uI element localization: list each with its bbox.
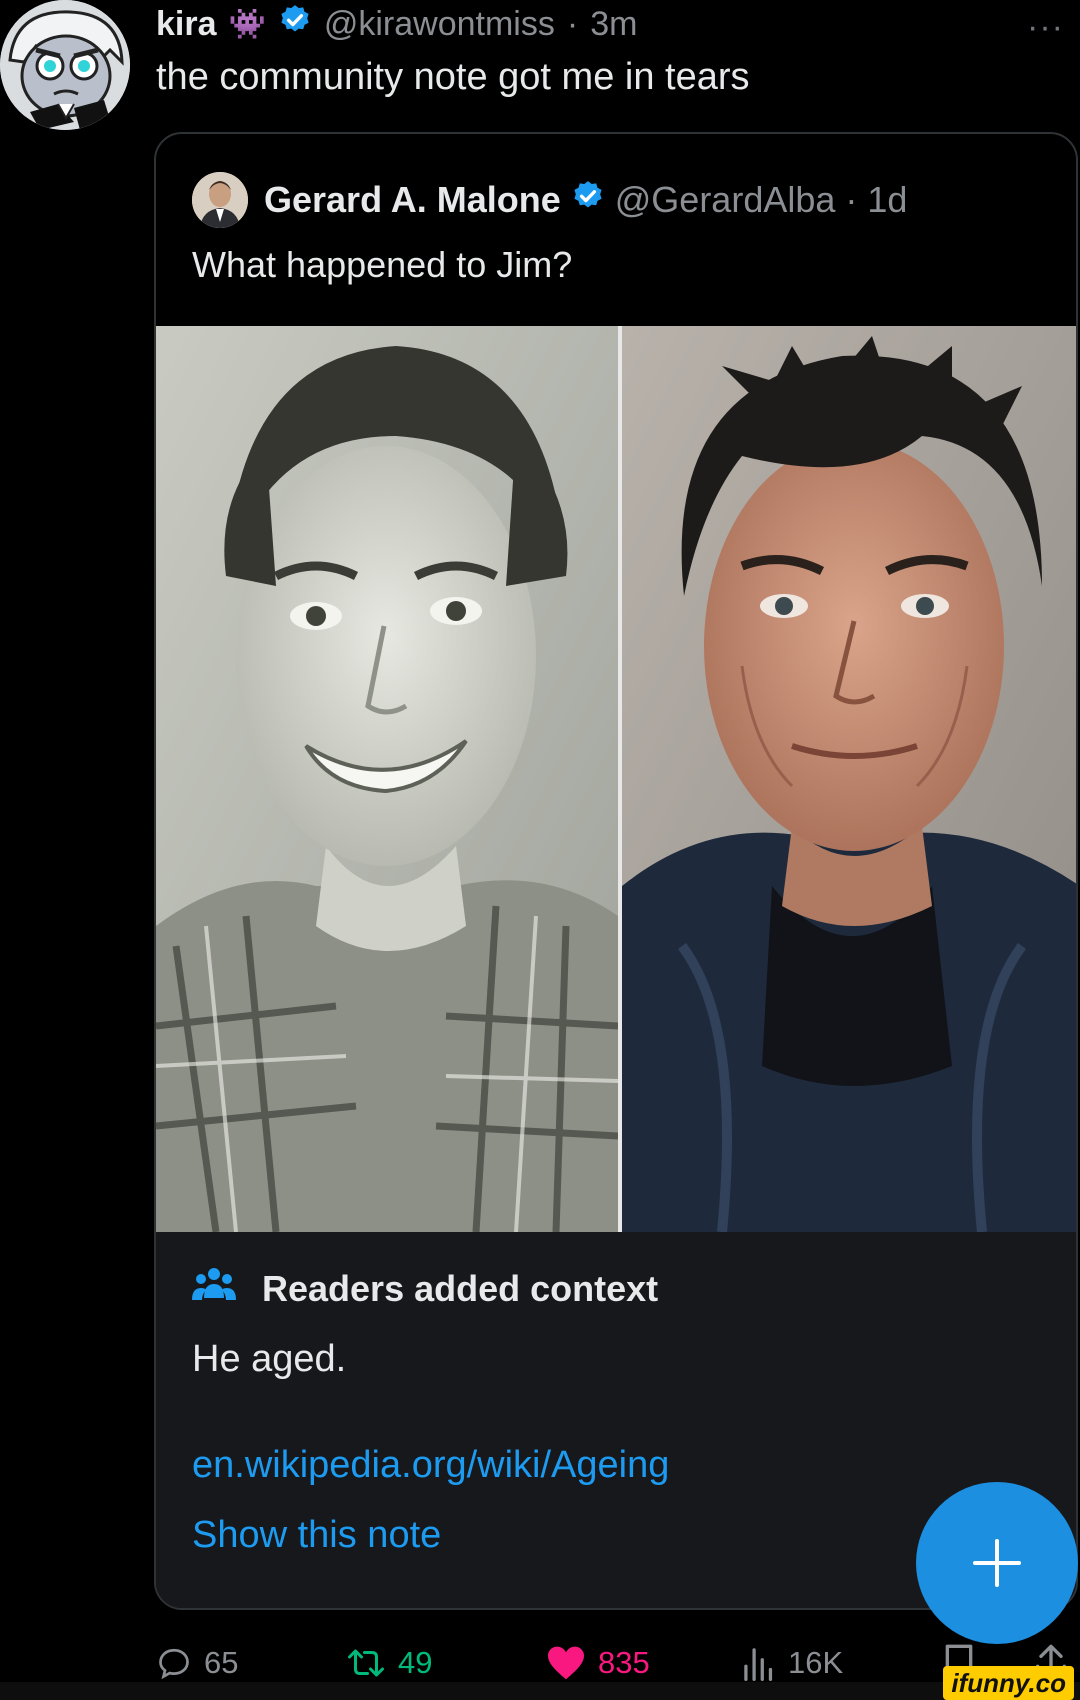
more-options-icon[interactable]: ··· [1027, 8, 1064, 47]
avatar-image [0, 0, 130, 130]
compose-button[interactable] [916, 1482, 1078, 1644]
reply-button[interactable]: 65 [156, 1638, 238, 1688]
reply-icon [159, 1648, 189, 1680]
quoted-author-name[interactable]: Gerard A. Malone [264, 179, 561, 221]
older-portrait-image [622, 326, 1076, 1232]
quoted-tweet-text: What happened to Jim? [192, 244, 573, 285]
views-chart-icon [744, 1648, 773, 1681]
quoted-post-time: 1d [867, 179, 908, 220]
alien-emoji: 👾 [228, 7, 266, 41]
quoted-author-handle[interactable]: @GerardAlba [615, 179, 836, 221]
repost-count: 49 [398, 1645, 433, 1680]
photo-young-portrait[interactable] [156, 326, 618, 1232]
like-count: 835 [598, 1645, 650, 1680]
bottom-strip [0, 1682, 1080, 1700]
author-handle[interactable]: @kirawontmiss [324, 5, 555, 44]
like-button[interactable]: 835 [546, 1638, 650, 1688]
photo-older-portrait[interactable] [622, 326, 1076, 1232]
repost-button[interactable]: 49 [346, 1638, 432, 1688]
quoted-avatar-image [192, 172, 248, 228]
separator-dot: · [566, 4, 579, 43]
community-note-header: Readers added context [192, 1266, 658, 1311]
tweet-text: the community note got me in tears [156, 56, 750, 98]
views-button[interactable]: 16K [742, 1638, 843, 1688]
quoted-tweet-header: Gerard A. Malone @GerardAlba · 1d [264, 176, 907, 224]
view-count: 16K [788, 1645, 844, 1680]
verified-icon [571, 179, 605, 222]
tweet-header: kira 👾 @kirawontmiss · 3m [156, 2, 637, 46]
quoted-tweet-card[interactable]: Gerard A. Malone @GerardAlba · 1d What h… [154, 132, 1078, 1610]
show-note-link[interactable]: Show this note [192, 1514, 441, 1557]
post-time[interactable]: 3m [590, 5, 637, 44]
quoted-author-avatar[interactable] [192, 172, 248, 228]
readers-group-icon [192, 1266, 236, 1311]
young-portrait-image [156, 326, 618, 1232]
ifunny-watermark: ifunny.co [943, 1666, 1074, 1700]
plus-icon [973, 1539, 1021, 1587]
heart-icon [548, 1646, 584, 1680]
reply-count: 65 [204, 1645, 239, 1680]
community-note-title: Readers added context [262, 1267, 659, 1309]
author-name[interactable]: kira [156, 5, 217, 44]
repost-icon [348, 1649, 384, 1677]
avatar[interactable] [0, 0, 130, 130]
community-note-body: He aged. [192, 1338, 347, 1380]
verified-icon [278, 3, 312, 46]
separator-dot: · [845, 179, 858, 220]
community-note-link[interactable]: en.wikipedia.org/wiki/Ageing [192, 1444, 669, 1487]
